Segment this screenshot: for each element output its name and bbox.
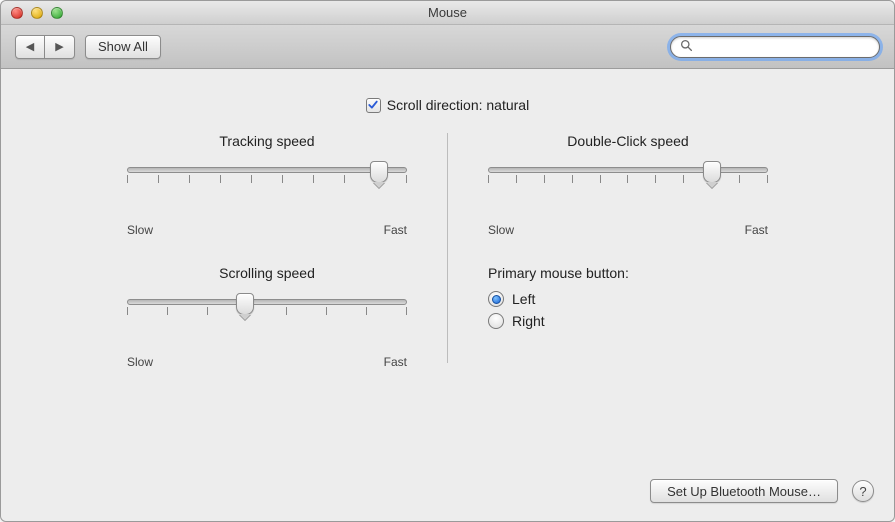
tick: [282, 175, 283, 183]
primary-button-title: Primary mouse button:: [488, 265, 768, 281]
tick: [326, 307, 327, 315]
columns: Tracking speed Slow Fast Scrolling speed: [1, 133, 894, 397]
scroll-direction-row: Scroll direction: natural: [1, 69, 894, 113]
footer: Set Up Bluetooth Mouse… ?: [650, 479, 874, 503]
tracking-speed-title: Tracking speed: [127, 133, 407, 149]
min-label: Slow: [127, 223, 153, 237]
preferences-window: Mouse ◀ ▶ Show All Scroll direction: nat…: [0, 0, 895, 522]
setup-bluetooth-button[interactable]: Set Up Bluetooth Mouse…: [650, 479, 838, 503]
slider-thumb[interactable]: [236, 293, 254, 315]
double-click-speed-group: Double-Click speed Slow Fast: [488, 133, 768, 237]
back-button[interactable]: ◀: [15, 35, 45, 59]
double-click-speed-title: Double-Click speed: [488, 133, 768, 149]
chevron-right-icon: ▶: [55, 40, 63, 53]
slider-track: [127, 167, 407, 173]
tick: [406, 175, 407, 183]
tick: [627, 175, 628, 183]
slider-thumb[interactable]: [703, 161, 721, 183]
min-label: Slow: [488, 223, 514, 237]
tick: [207, 307, 208, 315]
chevron-left-icon: ◀: [26, 40, 34, 53]
double-click-speed-slider[interactable]: [488, 163, 768, 199]
tracking-speed-labels: Slow Fast: [127, 223, 407, 237]
tick: [220, 175, 221, 183]
vertical-divider: [447, 133, 448, 363]
search-icon: [680, 39, 693, 55]
tick: [167, 307, 168, 315]
primary-left-row[interactable]: Left: [488, 291, 768, 307]
tick: [189, 175, 190, 183]
tick: [406, 307, 407, 315]
primary-right-label: Right: [512, 313, 545, 329]
slider-track: [127, 299, 407, 305]
titlebar: Mouse: [1, 1, 894, 25]
primary-left-label: Left: [512, 291, 535, 307]
search-wrap: [670, 36, 880, 58]
show-all-button[interactable]: Show All: [85, 35, 161, 59]
scroll-direction-label: Scroll direction: natural: [387, 97, 529, 113]
forward-button[interactable]: ▶: [45, 35, 75, 59]
help-button[interactable]: ?: [852, 480, 874, 502]
scrolling-speed-group: Scrolling speed Slow Fast: [127, 265, 407, 369]
tick: [600, 175, 601, 183]
max-label: Fast: [384, 355, 407, 369]
primary-right-radio[interactable]: [488, 313, 504, 329]
primary-button-group: Primary mouse button: Left Right: [488, 265, 768, 329]
double-click-speed-labels: Slow Fast: [488, 223, 768, 237]
search-input[interactable]: [670, 36, 880, 58]
tick: [655, 175, 656, 183]
tick: [739, 175, 740, 183]
primary-left-radio[interactable]: [488, 291, 504, 307]
tick: [516, 175, 517, 183]
toolbar: ◀ ▶ Show All: [1, 25, 894, 69]
primary-right-row[interactable]: Right: [488, 313, 768, 329]
scrolling-speed-labels: Slow Fast: [127, 355, 407, 369]
max-label: Fast: [384, 223, 407, 237]
tick: [767, 175, 768, 183]
min-label: Slow: [127, 355, 153, 369]
slider-ticks: [127, 307, 407, 315]
nav-buttons: ◀ ▶: [15, 35, 75, 59]
right-column: Double-Click speed Slow Fast Primary mou…: [458, 133, 798, 397]
tick: [683, 175, 684, 183]
slider-thumb[interactable]: [370, 161, 388, 183]
tick: [488, 175, 489, 183]
tick: [344, 175, 345, 183]
check-icon: [367, 99, 379, 111]
tick: [544, 175, 545, 183]
tick: [127, 307, 128, 315]
scrolling-speed-title: Scrolling speed: [127, 265, 407, 281]
window-title: Mouse: [1, 5, 894, 20]
left-column: Tracking speed Slow Fast Scrolling speed: [97, 133, 437, 397]
tick: [127, 175, 128, 183]
tracking-speed-slider[interactable]: [127, 163, 407, 199]
tracking-speed-group: Tracking speed Slow Fast: [127, 133, 407, 237]
tick: [572, 175, 573, 183]
zoom-button[interactable]: [51, 7, 63, 19]
slider-track: [488, 167, 768, 173]
scroll-direction-checkbox[interactable]: [366, 98, 381, 113]
tick: [313, 175, 314, 183]
close-button[interactable]: [11, 7, 23, 19]
slider-ticks: [127, 175, 407, 183]
tick: [366, 307, 367, 315]
tick: [158, 175, 159, 183]
window-controls: [1, 7, 63, 19]
minimize-button[interactable]: [31, 7, 43, 19]
slider-ticks: [488, 175, 768, 183]
tick: [286, 307, 287, 315]
max-label: Fast: [745, 223, 768, 237]
tick: [251, 175, 252, 183]
scrolling-speed-slider[interactable]: [127, 295, 407, 331]
content-area: Scroll direction: natural Tracking speed…: [1, 69, 894, 521]
